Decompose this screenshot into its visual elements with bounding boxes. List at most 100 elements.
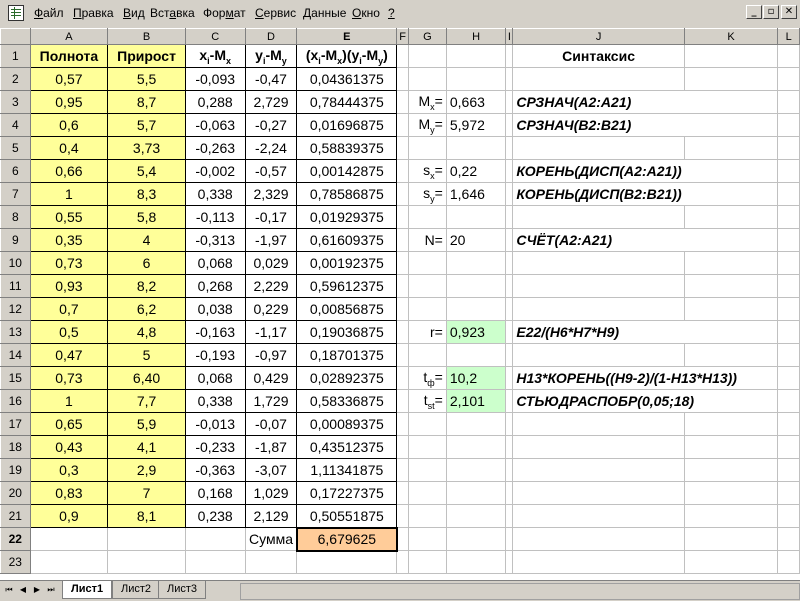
cell[interactable] [683, 343, 779, 367]
x-deviation-cell[interactable]: -0,013 [184, 412, 246, 436]
cell[interactable] [396, 481, 410, 505]
increment-cell[interactable]: 8,7 [107, 90, 186, 114]
cell[interactable] [512, 481, 685, 505]
x-deviation-cell[interactable]: 0,288 [184, 90, 246, 114]
cell[interactable] [505, 389, 514, 413]
cell[interactable] [396, 182, 410, 206]
prev-sheet-icon[interactable]: ◀ [18, 584, 28, 596]
stat-syntax-mx[interactable]: СРЗНАЧ(A2:A21) [512, 90, 779, 114]
x-deviation-cell[interactable]: 0,338 [184, 389, 246, 413]
cell[interactable] [683, 274, 779, 298]
product-cell[interactable]: 1,11341875 [296, 458, 398, 482]
cell[interactable] [396, 504, 410, 528]
cell[interactable] [184, 550, 246, 574]
x-deviation-cell[interactable]: 0,268 [184, 274, 246, 298]
stat-value-tst[interactable]: 2,101 [445, 389, 507, 413]
cell[interactable] [683, 205, 779, 229]
col-header-d[interactable]: D [244, 28, 298, 45]
cell[interactable] [512, 297, 685, 321]
header-product[interactable]: (xi-Mx)(yi-My) [296, 44, 398, 68]
cell[interactable] [505, 366, 514, 390]
fullness-cell[interactable]: 0,4 [29, 136, 109, 160]
stat-syntax-sx[interactable]: КОРЕНЬ(ДИСП(A2:A21)) [512, 159, 779, 183]
cell[interactable] [29, 527, 109, 551]
cell[interactable] [505, 481, 514, 505]
y-deviation-cell[interactable]: -0,07 [244, 412, 298, 436]
increment-cell[interactable]: 7,7 [107, 389, 186, 413]
increment-cell[interactable]: 7 [107, 481, 186, 505]
cell[interactable] [505, 550, 514, 574]
increment-cell[interactable]: 3,73 [107, 136, 186, 160]
x-deviation-cell[interactable]: 0,038 [184, 297, 246, 321]
row-header[interactable]: 13 [0, 320, 31, 344]
cell[interactable] [512, 205, 685, 229]
cell[interactable] [777, 389, 800, 413]
cell[interactable] [505, 435, 514, 459]
cell[interactable] [683, 504, 779, 528]
stat-value-sx[interactable]: 0,22 [445, 159, 507, 183]
menu-file[interactable]: Файл [34, 6, 64, 20]
cell[interactable] [408, 205, 447, 229]
stat-label-r[interactable]: r= [408, 320, 447, 344]
row-header[interactable]: 20 [0, 481, 31, 505]
cell[interactable] [445, 550, 507, 574]
fullness-cell[interactable]: 0,9 [29, 504, 109, 528]
cell[interactable] [777, 113, 800, 137]
next-sheet-icon[interactable]: ▶ [32, 584, 42, 596]
product-cell[interactable]: 0,00856875 [296, 297, 398, 321]
increment-cell[interactable]: 4,8 [107, 320, 186, 344]
cell[interactable] [777, 159, 800, 183]
stat-label-tst[interactable]: tst= [408, 389, 447, 413]
fullness-cell[interactable]: 0,55 [29, 205, 109, 229]
increment-cell[interactable]: 8,2 [107, 274, 186, 298]
cell[interactable] [505, 67, 514, 91]
menu-insert[interactable]: Вставка [150, 6, 195, 20]
cell[interactable] [683, 136, 779, 160]
product-cell[interactable]: 0,04361375 [296, 67, 398, 91]
product-cell[interactable]: 0,61609375 [296, 228, 398, 252]
row-header[interactable]: 5 [0, 136, 31, 160]
increment-cell[interactable]: 4 [107, 228, 186, 252]
y-deviation-cell[interactable]: -1,87 [244, 435, 298, 459]
x-deviation-cell[interactable]: -0,063 [184, 113, 246, 137]
cell[interactable] [683, 481, 779, 505]
cell[interactable] [777, 412, 800, 436]
fullness-cell[interactable]: 0,7 [29, 297, 109, 321]
restore-button[interactable]: ▫ [763, 5, 779, 19]
row-header[interactable]: 15 [0, 366, 31, 390]
stat-syntax-tf[interactable]: H13*КОРЕНЬ((H9-2)/(1-H13*H13)) [512, 366, 779, 390]
fullness-cell[interactable]: 0,83 [29, 481, 109, 505]
col-header-i[interactable]: I [505, 28, 514, 45]
horizontal-scrollbar[interactable] [240, 583, 800, 600]
increment-cell[interactable]: 5,5 [107, 67, 186, 91]
y-deviation-cell[interactable]: -0,27 [244, 113, 298, 137]
row-header[interactable]: 23 [0, 550, 31, 574]
stat-syntax-r[interactable]: E22/(H6*H7*H9) [512, 320, 779, 344]
cell[interactable] [396, 343, 410, 367]
y-deviation-cell[interactable]: -0,47 [244, 67, 298, 91]
cell[interactable] [396, 297, 410, 321]
stat-value-n[interactable]: 20 [445, 228, 507, 252]
cell[interactable] [408, 550, 447, 574]
select-all-corner[interactable] [0, 28, 31, 45]
product-cell[interactable]: 0,59612375 [296, 274, 398, 298]
increment-cell[interactable]: 5 [107, 343, 186, 367]
stat-value-sy[interactable]: 1,646 [445, 182, 507, 206]
cell[interactable] [777, 136, 800, 160]
cell[interactable] [445, 504, 507, 528]
fullness-cell[interactable]: 0,66 [29, 159, 109, 183]
cell[interactable] [244, 550, 298, 574]
stat-label-my[interactable]: My= [408, 113, 447, 137]
cell[interactable] [396, 320, 410, 344]
y-deviation-cell[interactable]: -1,97 [244, 228, 298, 252]
menu-tools[interactable]: Сервис [255, 6, 296, 20]
row-header[interactable]: 7 [0, 182, 31, 206]
product-cell[interactable]: 0,17227375 [296, 481, 398, 505]
cell[interactable] [445, 297, 507, 321]
cell[interactable] [408, 136, 447, 160]
row-header[interactable]: 2 [0, 67, 31, 91]
col-header-g[interactable]: G [408, 28, 447, 45]
y-deviation-cell[interactable]: 0,229 [244, 297, 298, 321]
cell[interactable] [683, 297, 779, 321]
product-cell[interactable]: 0,58336875 [296, 389, 398, 413]
